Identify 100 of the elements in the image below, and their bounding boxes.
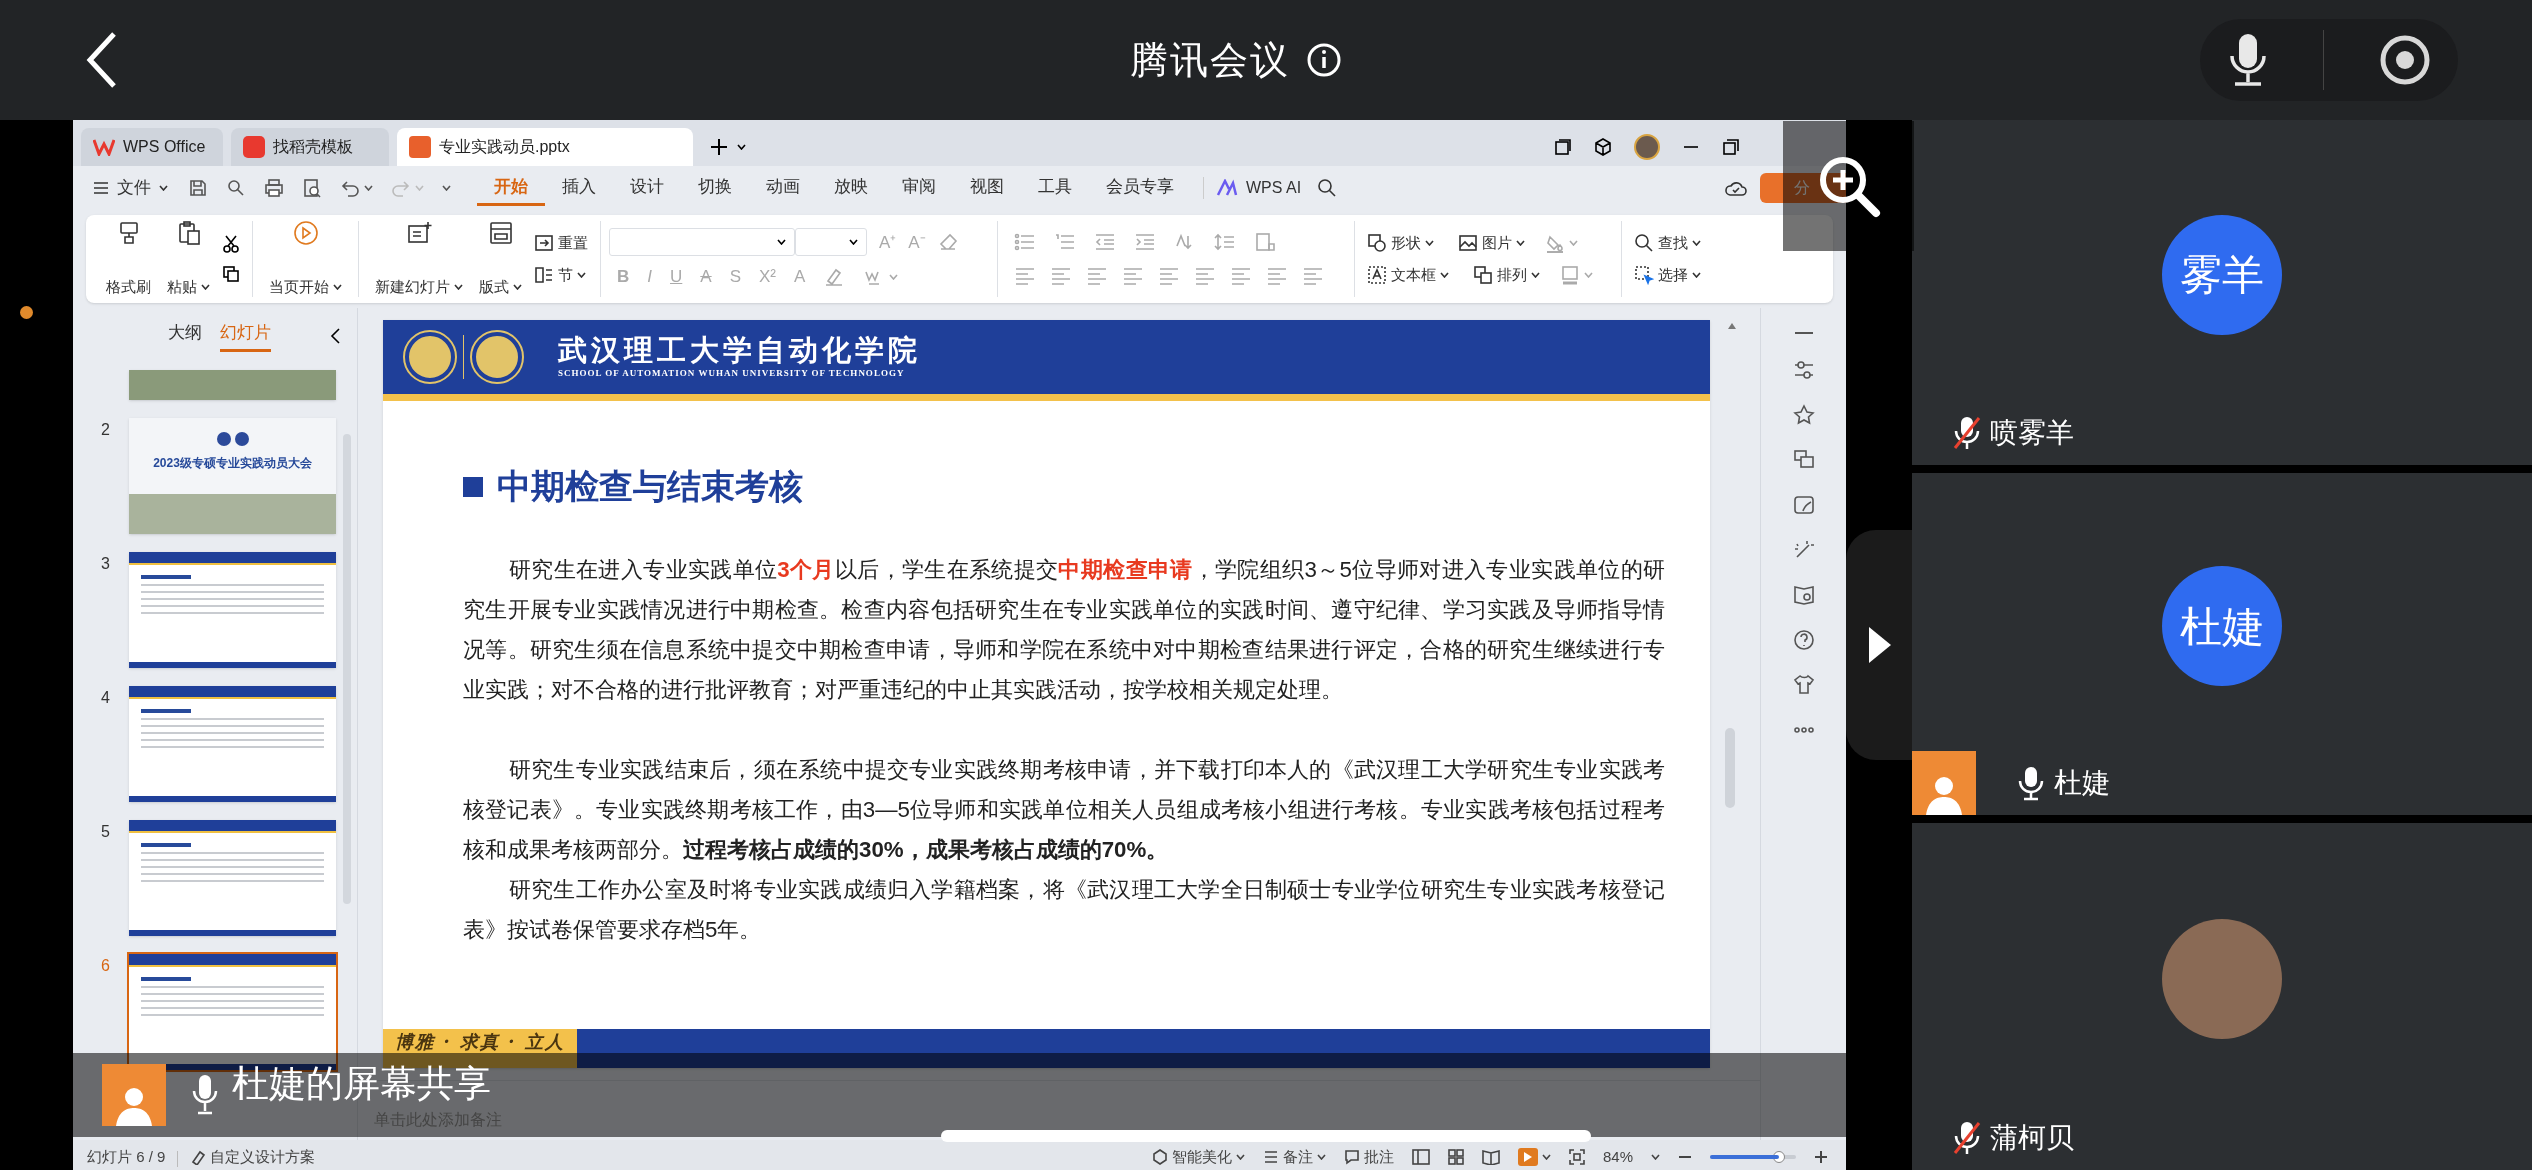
zoom-slider-fill[interactable]: [1710, 1155, 1779, 1159]
grid-view-icon[interactable]: [1447, 1149, 1464, 1165]
slide-thumbnail[interactable]: [129, 552, 336, 668]
info-icon[interactable]: [1306, 42, 1342, 78]
caret-icon: [442, 185, 451, 191]
add-tab-icon[interactable]: [709, 137, 729, 157]
ribbon-tab[interactable]: 会员专享: [1089, 170, 1191, 206]
fit-window-icon[interactable]: [1568, 1149, 1585, 1165]
presenter-avatar-icon: [102, 1064, 166, 1126]
design-scheme-button[interactable]: 自定义设计方案: [190, 1147, 316, 1167]
college-emblem-icon: [472, 332, 522, 382]
search-icon[interactable]: [1317, 178, 1338, 198]
select-icon: [1634, 265, 1654, 285]
collapse-bar-icon[interactable]: [1792, 330, 1815, 336]
cube-icon[interactable]: [1594, 138, 1612, 156]
file-tab[interactable]: 找稻壳模板: [231, 128, 389, 166]
copy-icon[interactable]: [222, 265, 240, 283]
meeting-title: 腾讯会议: [1130, 37, 1290, 83]
slide-number: 4: [101, 688, 111, 708]
caret-icon: [1651, 1154, 1660, 1160]
book-search-icon[interactable]: [1792, 584, 1815, 606]
caret-icon: [333, 283, 342, 290]
select-button[interactable]: 选择: [1630, 259, 1705, 291]
window-icon[interactable]: [1554, 138, 1572, 156]
slide-thumbnail[interactable]: [129, 686, 336, 802]
caret-icon: [1516, 240, 1525, 246]
ribbon-tab[interactable]: 放映: [817, 170, 885, 206]
ribbon-tab[interactable]: 工具: [1021, 170, 1089, 206]
expand-panel-button[interactable]: [1846, 530, 1914, 760]
ribbon-tab[interactable]: 视图: [953, 170, 1021, 206]
slide-thumbnail[interactable]: [129, 370, 336, 400]
slide-thumbnail[interactable]: 2023级专硕专业实践动员大会: [129, 418, 336, 534]
new-slide-button[interactable]: 新建幻灯片: [367, 220, 471, 298]
user-avatar[interactable]: [1634, 134, 1660, 160]
ai-menu[interactable]: WPS AI: [1216, 176, 1302, 200]
file-menu[interactable]: 文件: [85, 175, 176, 201]
print-preview-icon[interactable]: [302, 178, 322, 198]
ribbon-tab[interactable]: 插入: [545, 170, 613, 206]
wps-logo-icon: [93, 138, 115, 156]
play-circle-icon: [292, 220, 319, 246]
muted-microphone-icon: [1952, 415, 1982, 451]
fill-icon: [1545, 233, 1565, 253]
file-tab[interactable]: WPS Office: [81, 128, 223, 166]
ribbon-tab[interactable]: 动画: [749, 170, 817, 206]
zoom-button[interactable]: [1783, 121, 1914, 251]
normal-view-icon[interactable]: [1411, 1149, 1430, 1165]
scroll-up-icon[interactable]: [1727, 322, 1737, 330]
slide-number: 3: [101, 554, 111, 574]
notes-button[interactable]: 备注: [1262, 1147, 1326, 1167]
transition-icon[interactable]: [1792, 449, 1815, 471]
picture-icon: [1458, 233, 1478, 253]
play-icon: [1523, 1152, 1532, 1162]
comment-icon: [1343, 1149, 1360, 1165]
format-painter-button[interactable]: 格式刷: [98, 220, 159, 298]
reset-icon: [534, 233, 554, 253]
maximize-icon[interactable]: [1722, 138, 1740, 156]
pane-tab[interactable]: 大纲: [168, 319, 202, 353]
participant-avatar: 杜婕: [2162, 566, 2282, 686]
shape-button[interactable]: 形状: [1363, 227, 1438, 259]
section-button[interactable]: 节: [530, 259, 592, 291]
star-icon[interactable]: [1792, 404, 1815, 426]
file-tab[interactable]: 专业实践动员.pptx: [397, 128, 693, 166]
ribbon-tab[interactable]: 切换: [681, 170, 749, 206]
caret-icon: [1569, 240, 1578, 246]
shirt-icon[interactable]: [1792, 674, 1815, 696]
reading-view-icon[interactable]: [1481, 1149, 1500, 1165]
shapes-icon: [1367, 233, 1387, 253]
palette-icon: [190, 1149, 207, 1165]
collapse-icon[interactable]: [329, 327, 341, 345]
ribbon-tab[interactable]: 设计: [613, 170, 681, 206]
undo-icon[interactable]: [340, 178, 360, 198]
picture-button[interactable]: 图片: [1454, 227, 1529, 259]
reset-button[interactable]: 重置: [530, 227, 592, 259]
design-icon[interactable]: [1792, 494, 1815, 516]
text-box-button[interactable]: 文本框: [1363, 259, 1453, 291]
slideshow-button[interactable]: [1517, 1148, 1538, 1166]
beautify-button[interactable]: 智能美化: [1151, 1147, 1245, 1167]
arrange-button[interactable]: 排列: [1469, 259, 1544, 291]
play-from-current-button[interactable]: 当页开始: [261, 220, 350, 298]
comments-button[interactable]: 批注: [1343, 1147, 1394, 1167]
help-icon[interactable]: [1792, 629, 1815, 651]
cut-icon[interactable]: [222, 235, 240, 253]
paste-button[interactable]: 粘贴: [159, 220, 218, 298]
caret-icon: [415, 185, 424, 191]
adjust-icon[interactable]: [1792, 359, 1815, 381]
new-slide-icon: [406, 220, 432, 246]
ribbon-tab[interactable]: 审阅: [885, 170, 953, 206]
save-icon[interactable]: [188, 178, 208, 198]
zoom-in-icon[interactable]: [1814, 1150, 1828, 1164]
microphone-icon[interactable]: [2227, 32, 2268, 88]
caret-icon: [1531, 272, 1540, 278]
muted-microphone-icon: [1952, 1120, 1982, 1156]
slide-paragraph: 研究生专业实践结束后，须在系统中提交专业实践终期考核申请，并下载打印本人的《武汉理工大学研究生专业实践考核登记表》。专业实践终期考核工作，由3—5位导师和实践单位相关人员组成考核小组进行考核。专业实践考核包括过程考核和成果考核两部分。过程考核占成绩的30%，成果考核占成绩的70%。: [463, 756, 1665, 864]
record-icon[interactable]: [2378, 34, 2431, 86]
find-button[interactable]: 查找: [1630, 227, 1705, 259]
layout-button[interactable]: 版式: [471, 220, 530, 298]
heading-bar: [141, 843, 191, 847]
menu-icon: [93, 181, 109, 195]
slide-thumbnail[interactable]: [129, 820, 336, 936]
print-icon[interactable]: [264, 178, 284, 198]
